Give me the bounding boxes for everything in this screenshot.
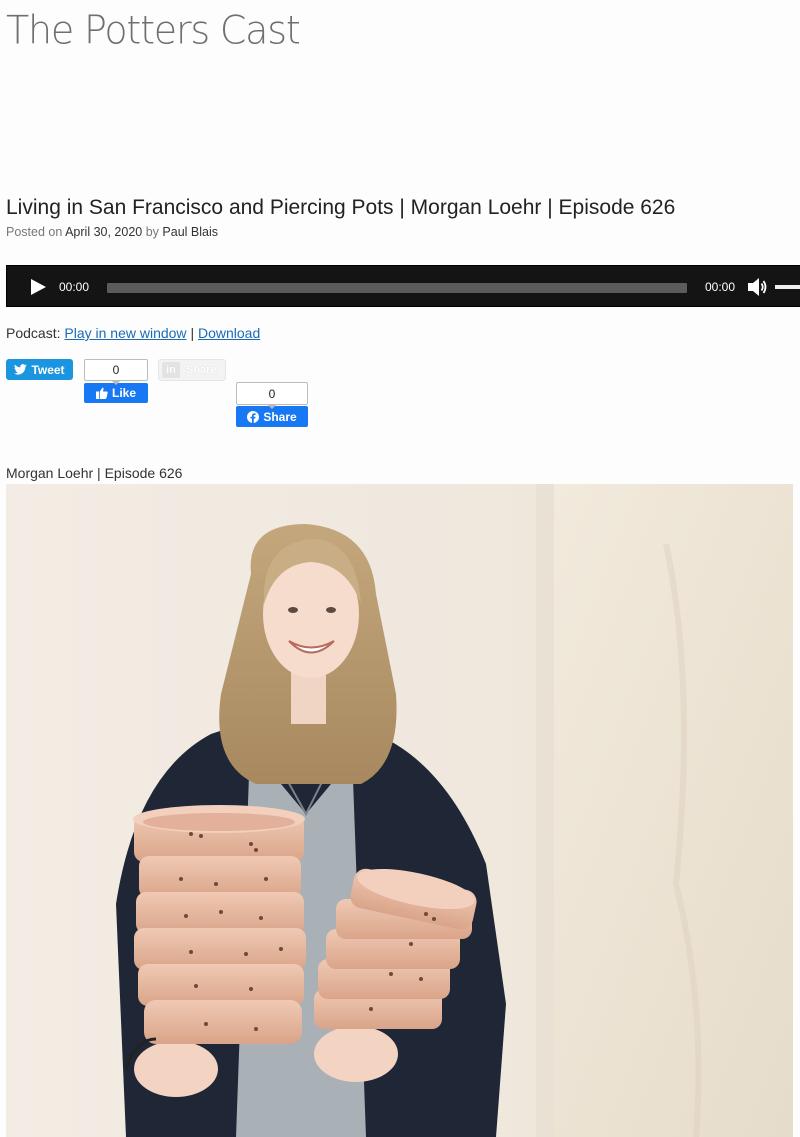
audio-player: 00:00 00:00	[6, 265, 800, 307]
podcast-links: Podcast: Play in new window | Download	[6, 325, 260, 341]
like-count: 0	[84, 359, 148, 385]
pot-stack-left	[133, 805, 306, 1044]
linkedin-share-label: Share	[186, 364, 217, 376]
separator: |	[190, 325, 195, 341]
post-title: Living in San Francisco and Piercing Pot…	[6, 196, 676, 219]
twitter-bird-icon	[14, 364, 28, 375]
post-meta: Posted on April 30, 2020 by Paul Blais	[6, 225, 218, 239]
facebook-like-widget: 0 Like	[84, 359, 148, 403]
author-link[interactable]: Paul Blais	[162, 225, 218, 239]
volume-slider[interactable]	[775, 285, 800, 289]
download-link[interactable]: Download	[198, 325, 260, 341]
meta-prefix: Posted on	[6, 225, 63, 239]
tweet-label: Tweet	[31, 362, 65, 377]
share-count: 0	[236, 382, 308, 409]
site-title[interactable]: The Potters Cast	[6, 8, 301, 53]
play-in-new-window-link[interactable]: Play in new window	[64, 325, 186, 341]
tweet-button[interactable]: Tweet	[6, 359, 73, 380]
linkedin-share-button[interactable]: in Share	[158, 359, 226, 381]
like-label: Like	[111, 386, 136, 400]
photo-illustration	[6, 484, 793, 1137]
podcast-label: Podcast:	[6, 325, 61, 341]
play-icon[interactable]	[29, 278, 47, 296]
episode-caption: Morgan Loehr | Episode 626	[6, 465, 183, 481]
facebook-share-button[interactable]: Share	[236, 406, 308, 427]
linkedin-icon: in	[162, 362, 180, 378]
facebook-like-button[interactable]: Like	[84, 383, 148, 403]
duration: 00:00	[705, 280, 736, 294]
thumbs-up-icon	[95, 387, 108, 399]
facebook-share-widget: 0 Share	[236, 382, 308, 427]
current-time: 00:00	[59, 280, 90, 294]
episode-photo	[6, 484, 793, 1137]
facebook-icon	[247, 410, 260, 423]
fb-share-label: Share	[263, 409, 297, 424]
meta-by: by	[145, 225, 159, 239]
page: The Potters Cast Living in San Francisco…	[0, 0, 800, 1137]
progress-rail[interactable]	[107, 283, 687, 293]
post-date-link[interactable]: April 30, 2020	[65, 225, 142, 239]
volume-icon[interactable]	[747, 277, 769, 297]
